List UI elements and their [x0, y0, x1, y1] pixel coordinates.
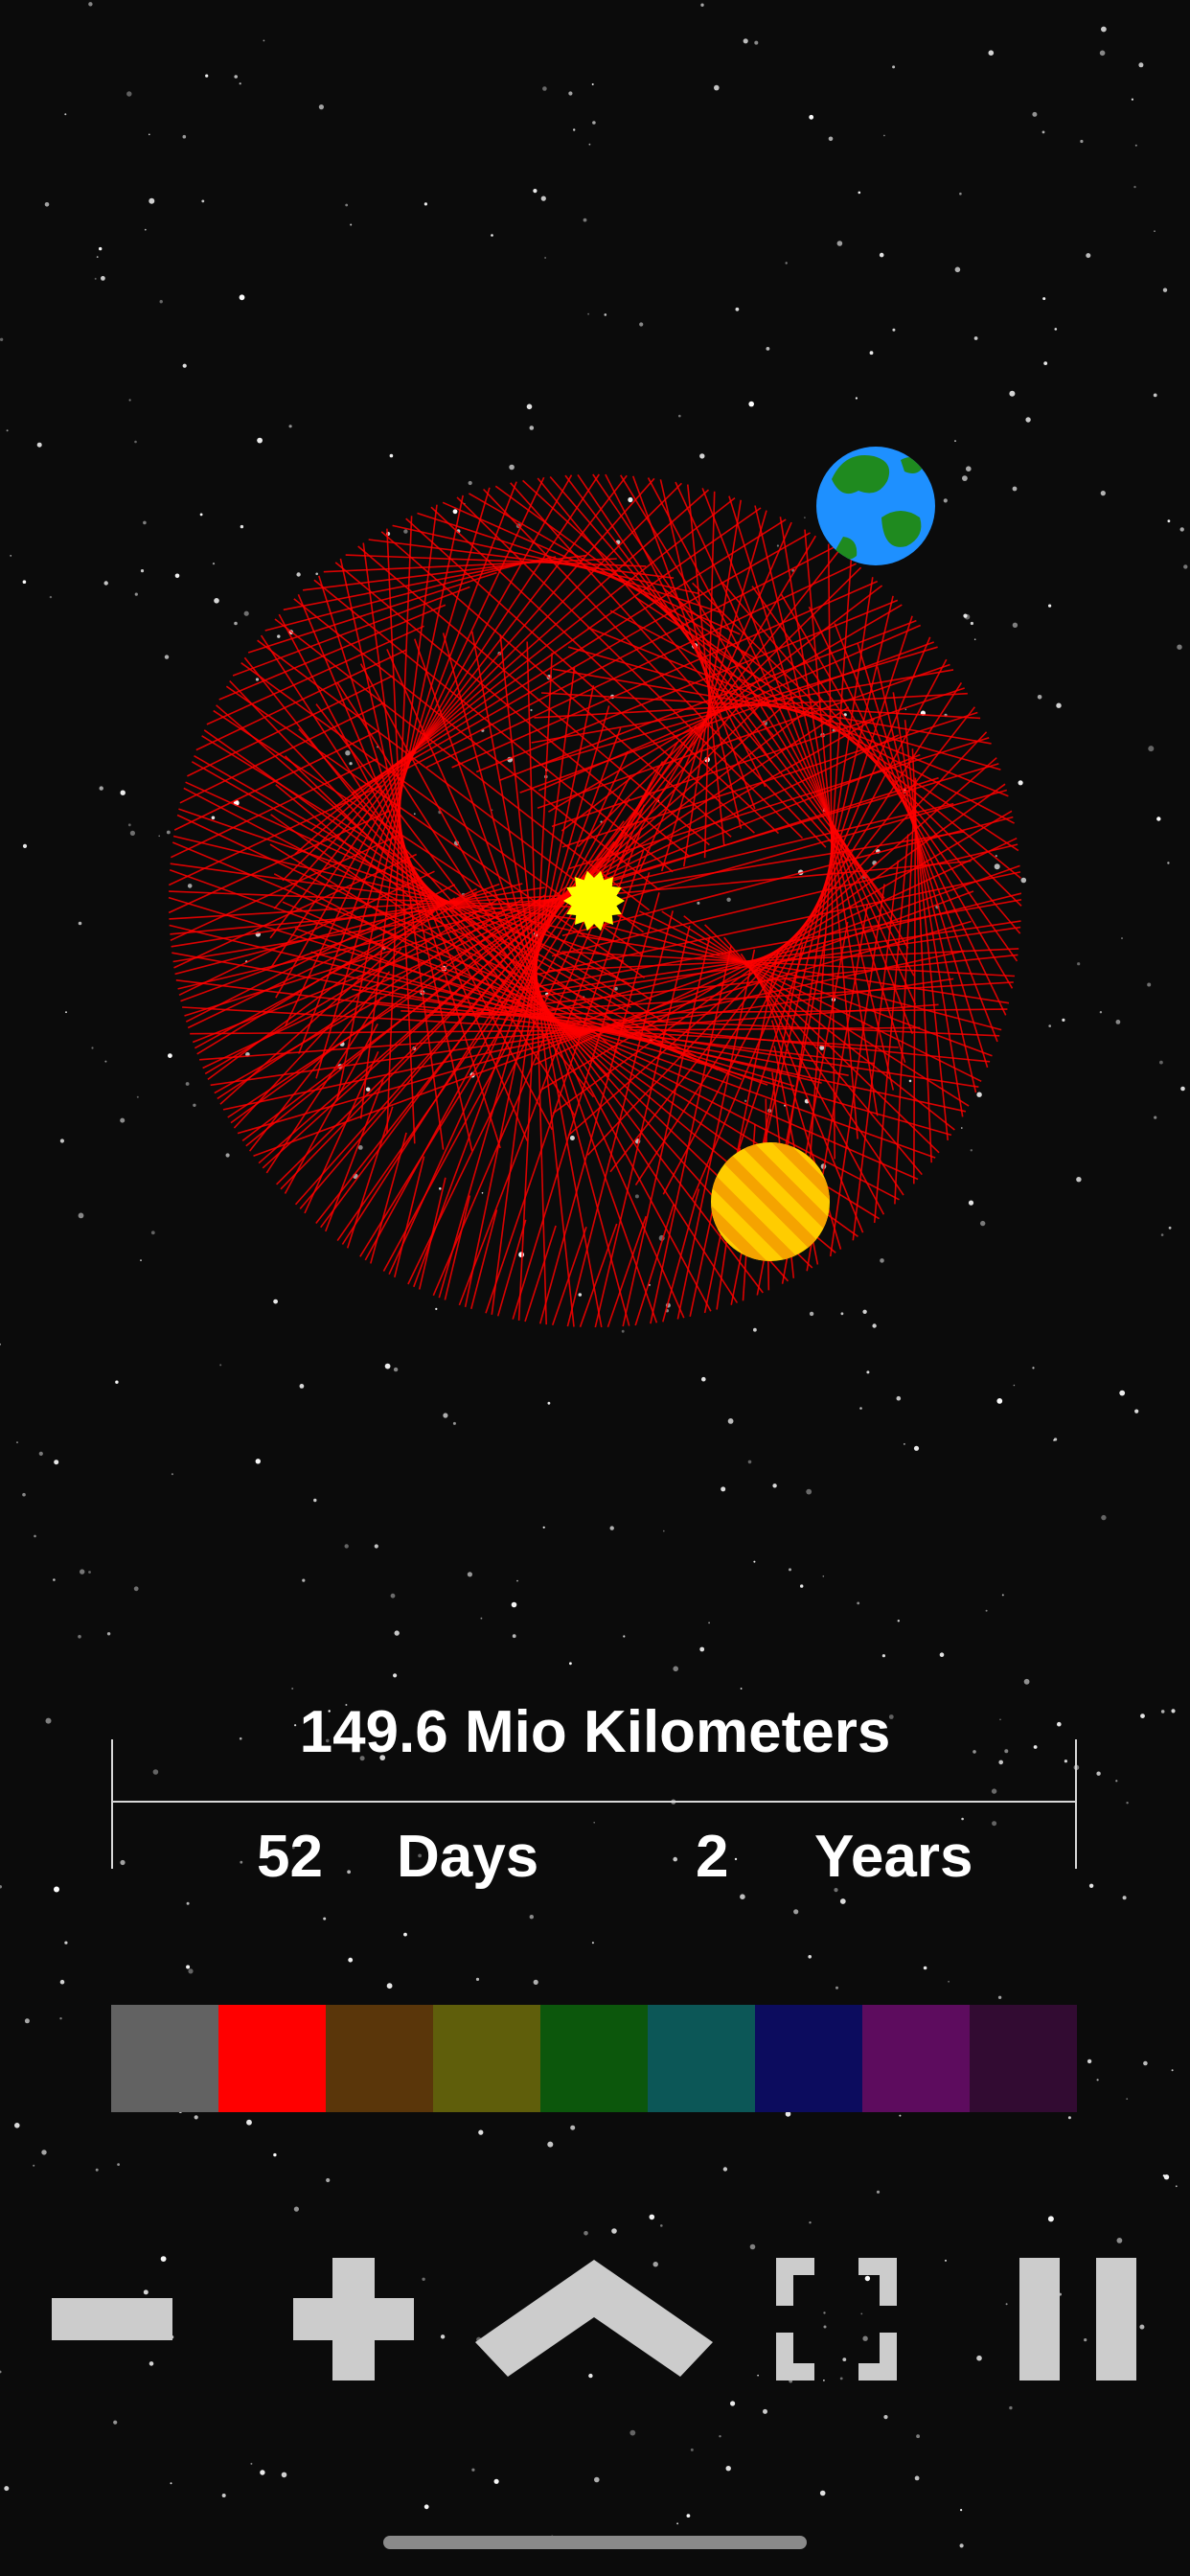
control-bar: [0, 2242, 1190, 2405]
color-swatch[interactable]: [755, 2005, 862, 2112]
inner-planet-icon: [711, 1142, 830, 1261]
pause-icon[interactable]: [1016, 2242, 1140, 2396]
measurement-panel: 149.6 Mio Kilometers 52 Days 2 Years: [0, 1687, 1190, 1917]
color-swatch[interactable]: [326, 2005, 433, 2112]
color-swatch[interactable]: [111, 2005, 218, 2112]
color-palette: [111, 2005, 1077, 2112]
color-swatch[interactable]: [648, 2005, 755, 2112]
scale-left-tick: [111, 1739, 113, 1869]
fullscreen-icon[interactable]: [774, 2242, 899, 2396]
color-swatch[interactable]: [218, 2005, 326, 2112]
scale-line: [111, 1801, 1077, 1803]
minus-icon[interactable]: [50, 2242, 174, 2396]
home-indicator[interactable]: [383, 2536, 807, 2549]
color-swatch[interactable]: [970, 2005, 1077, 2112]
days-label: Days: [397, 1824, 539, 1890]
scale-right-tick: [1075, 1739, 1077, 1869]
plus-icon[interactable]: [291, 2242, 416, 2396]
distance-label: 149.6 Mio Kilometers: [299, 1699, 891, 1765]
years-value: 2: [696, 1824, 729, 1890]
orbit-pattern: [168, 447, 1022, 1328]
color-swatch[interactable]: [540, 2005, 648, 2112]
color-swatch[interactable]: [433, 2005, 540, 2112]
earth-icon: [816, 447, 935, 565]
days-value: 52: [257, 1824, 323, 1890]
color-swatch[interactable]: [862, 2005, 970, 2112]
chevron-up-icon[interactable]: [473, 2242, 715, 2396]
years-label: Years: [814, 1824, 973, 1890]
